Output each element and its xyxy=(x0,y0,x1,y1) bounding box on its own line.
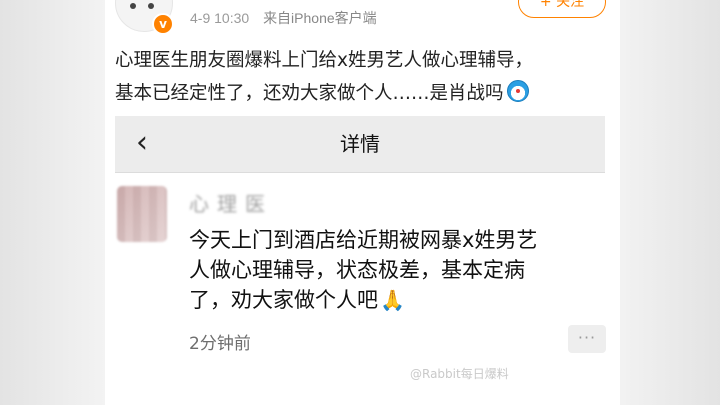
watermark: @Rabbit每日爆料 xyxy=(410,367,509,381)
avatar-face-icon xyxy=(130,3,136,9)
comment-line-3: 了，劝大家做个人吧 🙏 xyxy=(189,285,589,315)
blurred-background-left xyxy=(0,0,105,405)
blurred-background-right xyxy=(615,0,720,405)
post-text-line-2: 基本已经定性了，还劝大家做个人……是肖战吗 xyxy=(115,77,595,110)
comment-line: 人做心理辅导，状态极差，基本定病 xyxy=(189,258,525,282)
doraemon-emoji-icon xyxy=(506,80,529,102)
follow-button[interactable]: + 关注 xyxy=(518,0,606,18)
comment-author-name: 心理医 xyxy=(189,192,273,216)
nav-title: 详情 xyxy=(340,132,380,156)
post-text: 心理医生朋友圈爆料上门给x姓男艺人做心理辅导， 基本已经定性了，还劝大家做个人…… xyxy=(115,44,595,110)
post-text-line: 心理医生朋友圈爆料上门给x姓男艺人做心理辅导， xyxy=(115,50,533,71)
more-options-icon[interactable]: ··· xyxy=(568,325,606,353)
post-source[interactable]: 来自iPhone客户端 xyxy=(263,10,377,26)
embedded-screenshot[interactable]: ‹ 详情 心理医 今天上门到酒店给近期被网暴x姓男艺 人做心理辅导，状态极差，基… xyxy=(115,116,606,405)
weibo-post-card: v 4-9 10:30 来自iPhone客户端 + 关注 心理医生朋友圈爆料上门… xyxy=(105,0,620,405)
verified-badge-icon: v xyxy=(152,13,174,35)
post-text-line: 基本已经定性了，还劝大家做个人……是肖战吗 xyxy=(115,83,504,104)
comment-text: 今天上门到酒店给近期被网暴x姓男艺 人做心理辅导，状态极差，基本定病 了，劝大家… xyxy=(189,225,589,315)
comment-avatar xyxy=(117,186,167,242)
post-timestamp: 4-9 10:30 xyxy=(190,10,250,26)
comment-line: 今天上门到酒店给近期被网暴x姓男艺 xyxy=(189,228,538,252)
comment-time: 2分钟前 xyxy=(189,334,251,354)
pray-emoji-icon: 🙏 xyxy=(380,288,405,312)
detail-nav-bar: ‹ 详情 xyxy=(115,116,605,173)
comment-line: 了，劝大家做个人吧 xyxy=(189,288,378,312)
post-meta: 4-9 10:30 来自iPhone客户端 xyxy=(190,8,377,28)
